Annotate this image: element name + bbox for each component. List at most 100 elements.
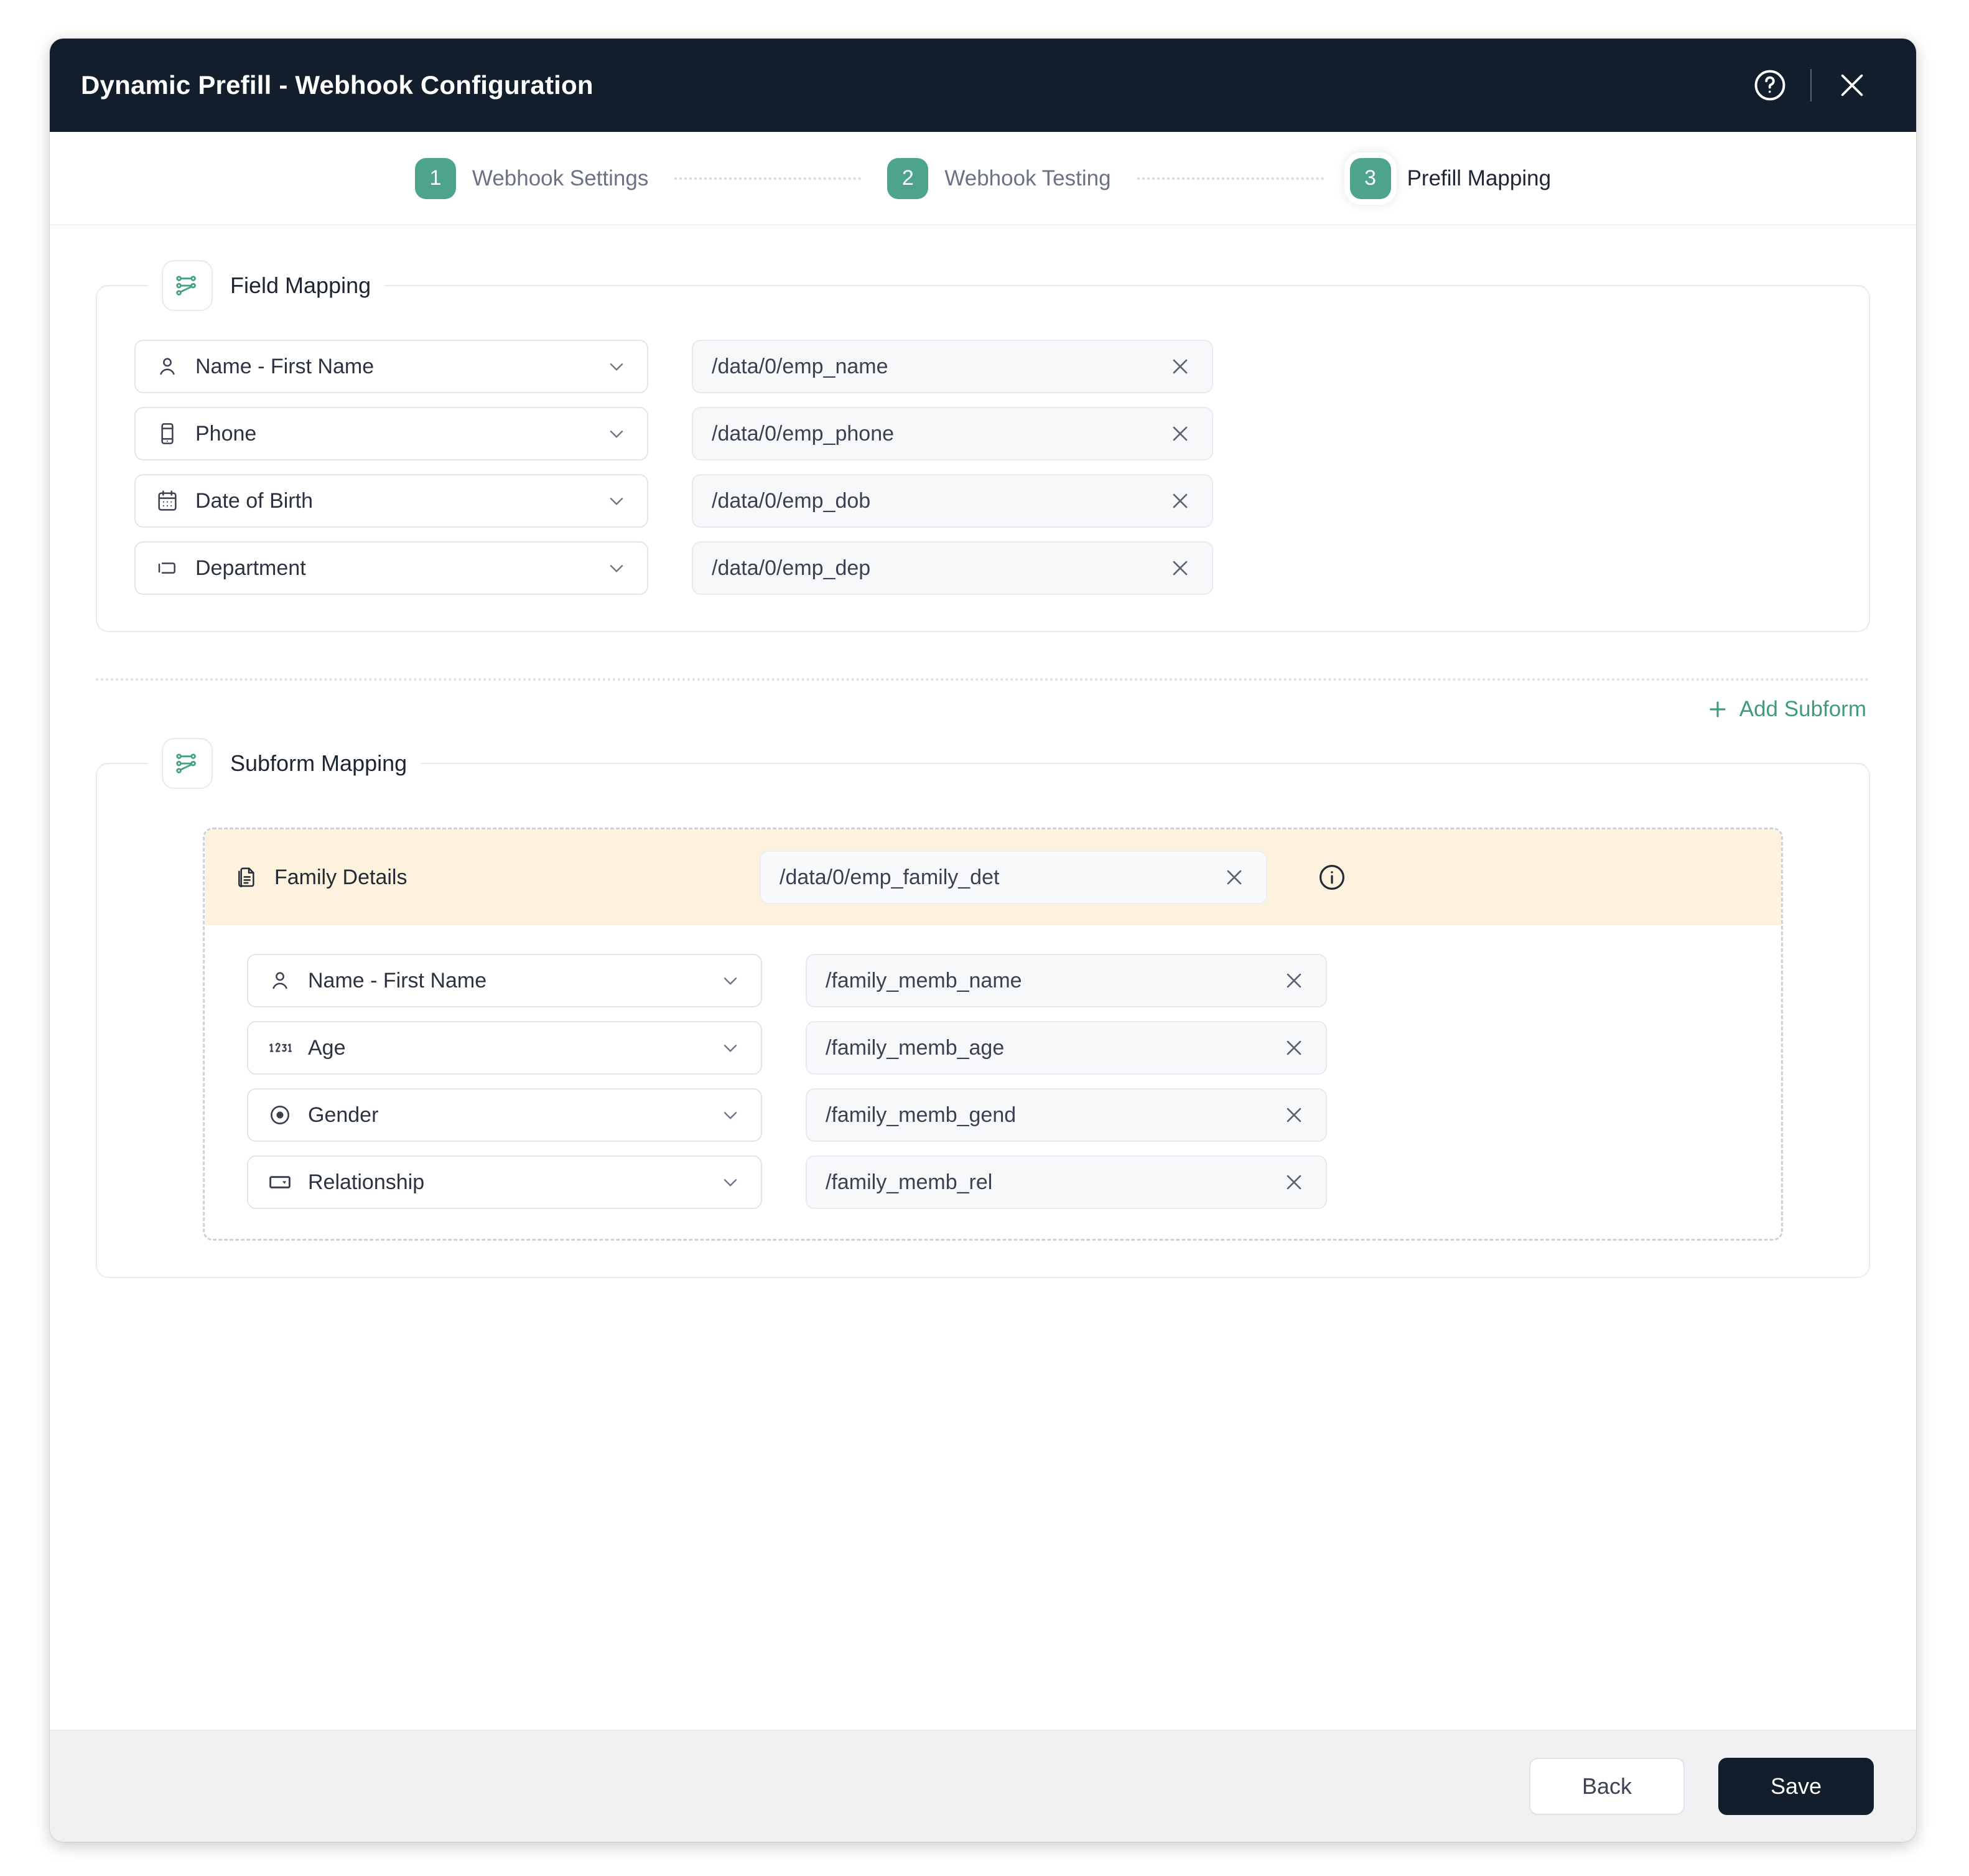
field-select-phone[interactable]: Phone [134,407,648,460]
clear-icon[interactable] [1280,1101,1308,1129]
back-button[interactable]: Back [1529,1757,1685,1815]
subform-path-input[interactable]: /data/0/emp_family_det [760,851,1267,904]
add-subform-button[interactable]: Add Subform [1706,697,1866,722]
path-value: /data/0/emp_phone [712,421,895,446]
text-field-icon [154,555,180,581]
subform-row: Name - First Name /family_memb_name [247,954,1781,1007]
person-icon [154,353,180,380]
modal-footer: Back Save [50,1730,1916,1842]
subform-mapping-panel: Subform Mapping Family Details /data/0/e… [96,738,1870,1278]
webhook-configuration-modal: Dynamic Prefill - Webhook Configuration … [50,39,1916,1842]
clear-icon[interactable] [1280,966,1308,995]
mapping-nodes-icon [162,260,213,311]
close-icon[interactable] [1833,66,1871,105]
subform-field-select-gender[interactable]: Gender [247,1088,762,1142]
path-value: /family_memb_rel [826,1170,993,1194]
subform-card-family-details: Family Details /data/0/emp_family_det Na… [203,828,1783,1241]
clear-icon[interactable] [1166,554,1194,582]
subform-field-select-age[interactable]: Age [247,1021,762,1075]
add-subform-label: Add Subform [1739,697,1866,721]
path-value: /family_memb_age [826,1035,1005,1060]
subform-row: Age /family_memb_age [247,1021,1781,1075]
chevron-down-icon [603,353,630,380]
path-input-family-name[interactable]: /family_memb_name [806,954,1327,1007]
subform-field-select-relationship[interactable]: Relationship [247,1155,762,1209]
step-label-1: Webhook Settings [472,166,649,190]
clear-icon[interactable] [1166,419,1194,448]
subform-title: Family Details [274,865,407,889]
field-select-label: Gender [308,1103,379,1127]
save-button[interactable]: Save [1718,1757,1874,1815]
chevron-down-icon [717,1102,743,1128]
calendar-icon [154,488,180,514]
field-select-department[interactable]: Department [134,541,648,595]
clear-icon[interactable] [1220,863,1249,892]
path-input-family-relationship[interactable]: /family_memb_rel [806,1155,1327,1209]
field-select-label: Name - First Name [308,968,487,992]
field-mapping-title: Field Mapping [230,273,371,298]
field-select-label: Relationship [308,1170,425,1194]
step-badge-3: 3 [1349,157,1391,199]
step-webhook-testing[interactable]: 2 Webhook Testing [887,157,1111,199]
path-value: /family_memb_name [826,968,1022,992]
subform-mapping-legend: Subform Mapping [148,738,421,789]
step-prefill-mapping[interactable]: 3 Prefill Mapping [1349,157,1551,199]
field-mapping-row: Department /data/0/emp_dep [134,541,1832,595]
chevron-down-icon [603,421,630,447]
subform-field-select-name[interactable]: Name - First Name [247,954,762,1007]
path-input-family-age[interactable]: /family_memb_age [806,1021,1327,1075]
subform-header: Family Details /data/0/emp_family_det [205,829,1781,925]
subform-mapping-title: Subform Mapping [230,750,407,776]
path-input-emp-name[interactable]: /data/0/emp_name [692,340,1213,393]
clear-icon[interactable] [1166,487,1194,515]
field-select-dob[interactable]: Date of Birth [134,474,648,528]
path-input-emp-dob[interactable]: /data/0/emp_dob [692,474,1213,528]
chevron-down-icon [717,968,743,994]
step-badge-1: 1 [414,157,456,199]
clear-icon[interactable] [1280,1034,1308,1062]
path-input-family-gender[interactable]: /family_memb_gend [806,1088,1327,1142]
info-circle-icon[interactable] [1316,861,1348,894]
subform-row: Gender /family_memb_gend [247,1088,1781,1142]
modal-titlebar: Dynamic Prefill - Webhook Configuration [50,39,1916,132]
field-select-label: Name - First Name [195,354,375,378]
chevron-down-icon [603,488,630,514]
field-mapping-row: Name - First Name /data/0/emp_name [134,340,1832,393]
field-select-label: Age [308,1035,346,1060]
field-select-emp-name[interactable]: Name - First Name [134,340,648,393]
page-title: Dynamic Prefill - Webhook Configuration [81,70,593,100]
subform-row: Relationship /family_memb_rel [247,1155,1781,1209]
clear-icon[interactable] [1166,352,1194,381]
number-123-icon [267,1035,293,1061]
mapping-nodes-icon [162,738,213,789]
field-mapping-rows: Name - First Name /data/0/emp_name Phone… [134,326,1832,595]
path-value: /data/0/emp_name [712,354,888,378]
help-circle-icon[interactable] [1751,66,1789,105]
subform-field-rows: Name - First Name /family_memb_name Age … [205,925,1781,1239]
document-icon [233,864,259,890]
radio-button-icon [267,1102,293,1128]
modal-body: Field Mapping Name - First Name /data/0/… [50,225,1916,1730]
chevron-down-icon [717,1035,743,1061]
path-input-emp-phone[interactable]: /data/0/emp_phone [692,407,1213,460]
subform-title-group: Family Details [233,864,760,890]
section-divider [96,678,1870,681]
phone-icon [154,421,180,447]
wizard-stepper: 1 Webhook Settings 2 Webhook Testing 3 P… [50,132,1916,225]
subform-mapping-wrapper: Add Subform Subform Mapping Family Detai… [96,697,1870,1278]
step-label-2: Webhook Testing [944,166,1111,190]
field-mapping-legend: Field Mapping [148,260,384,311]
chevron-down-icon [717,1169,743,1195]
step-badge-2: 2 [887,157,929,199]
step-webhook-settings[interactable]: 1 Webhook Settings [414,157,649,199]
path-value: /family_memb_gend [826,1103,1017,1127]
path-value: /data/0/emp_dep [712,556,871,580]
field-select-label: Phone [195,421,257,446]
titlebar-actions [1751,66,1871,105]
titlebar-divider [1810,69,1812,101]
field-mapping-row: Date of Birth /data/0/emp_dob [134,474,1832,528]
clear-icon[interactable] [1280,1168,1308,1197]
path-input-emp-dep[interactable]: /data/0/emp_dep [692,541,1213,595]
dropdown-select-icon [267,1169,293,1195]
field-select-label: Date of Birth [195,488,313,513]
